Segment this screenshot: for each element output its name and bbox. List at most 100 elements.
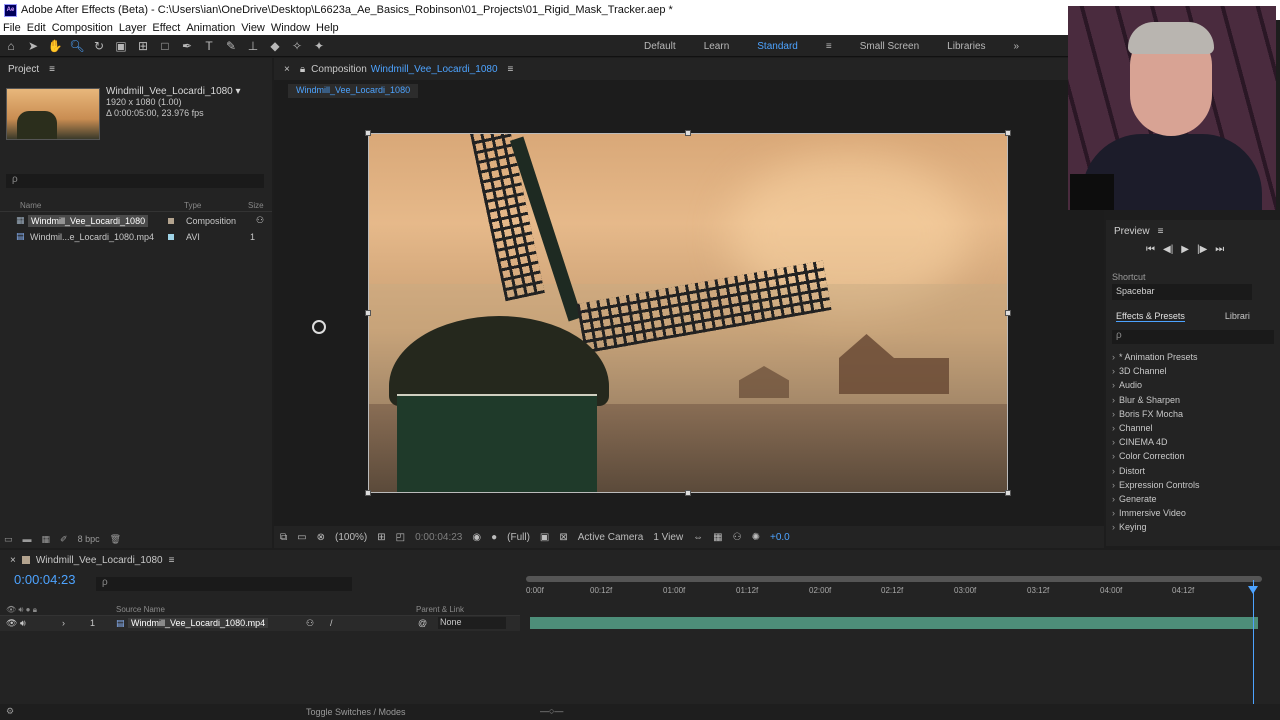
- panel-menu-icon[interactable]: ≡: [508, 64, 514, 75]
- workspace-menu-icon[interactable]: ≡: [812, 41, 846, 52]
- region-interest-icon[interactable]: ▣: [540, 532, 549, 543]
- col-parent-link[interactable]: Parent & Link: [416, 605, 464, 614]
- workspace-small-screen[interactable]: Small Screen: [846, 41, 933, 52]
- always-preview-icon[interactable]: ⧉: [280, 532, 287, 543]
- pan-behind-tool-icon[interactable]: ⊞: [132, 36, 154, 56]
- effects-category[interactable]: › Expression Controls: [1112, 478, 1200, 492]
- snapshot-icon[interactable]: ◉: [472, 532, 481, 543]
- menu-view[interactable]: View: [238, 22, 268, 34]
- workspace-libraries[interactable]: Libraries: [933, 41, 999, 52]
- rotate-tool-icon[interactable]: ↻: [88, 36, 110, 56]
- timeline-options-icon[interactable]: ⚙︎: [6, 706, 14, 717]
- eye-icon[interactable]: 👁︎: [6, 618, 17, 629]
- menu-composition[interactable]: Composition: [49, 22, 116, 34]
- time-ruler[interactable]: 0:00f 00:12f 01:00f 01:12f 02:00f 02:12f…: [526, 576, 1266, 598]
- brush-tool-icon[interactable]: ✎: [220, 36, 242, 56]
- label-swatch[interactable]: [168, 217, 174, 224]
- effects-category[interactable]: › Generate: [1112, 492, 1200, 506]
- roto-brush-tool-icon[interactable]: ✧: [286, 36, 308, 56]
- eraser-tool-icon[interactable]: ◆: [264, 36, 286, 56]
- resolution-dropdown[interactable]: (Full): [507, 532, 530, 543]
- workspace-standard[interactable]: Standard: [743, 41, 812, 52]
- fast-previews-icon[interactable]: ⇔: [693, 532, 703, 543]
- project-panel-title[interactable]: Project: [8, 64, 39, 75]
- label-swatch[interactable]: [168, 233, 174, 240]
- effects-category[interactable]: › Blur & Sharpen: [1112, 393, 1200, 407]
- type-tool-icon[interactable]: T: [198, 36, 220, 56]
- camera-tool-icon[interactable]: ▣: [110, 36, 132, 56]
- new-folder-icon[interactable]: ▬: [23, 534, 32, 544]
- menu-edit[interactable]: Edit: [24, 22, 49, 34]
- col-name[interactable]: Name: [20, 201, 41, 210]
- pen-tool-icon[interactable]: ✒: [176, 36, 198, 56]
- layer-handle[interactable]: [685, 130, 691, 136]
- reset-exposure-icon[interactable]: ✺: [752, 532, 760, 543]
- playhead[interactable]: [1253, 580, 1254, 704]
- parent-dropdown[interactable]: None: [438, 617, 506, 629]
- menu-window[interactable]: Window: [268, 22, 313, 34]
- panel-menu-icon[interactable]: ≡: [169, 555, 175, 566]
- rectangle-tool-icon[interactable]: □: [154, 36, 176, 56]
- mask-visibility-icon[interactable]: ⊗: [317, 532, 325, 543]
- tab-effects-presets[interactable]: Effects & Presets: [1116, 311, 1185, 322]
- project-row-footage[interactable]: ▤ Windmil...e_Locardi_1080.mp4 AVI 1: [0, 229, 272, 244]
- hand-tool-icon[interactable]: ✋: [44, 36, 66, 56]
- timeline-layer-row[interactable]: 👁︎ 🔊︎ › 1 ▤ Windmill_Vee_Locardi_1080.mp…: [0, 616, 520, 631]
- current-time[interactable]: 0:00:04:23: [415, 532, 462, 543]
- selection-tool-icon[interactable]: ➤: [22, 36, 44, 56]
- workspace-default[interactable]: Default: [630, 41, 690, 52]
- layer-handle[interactable]: [365, 130, 371, 136]
- zoom-dropdown[interactable]: (100%): [335, 532, 367, 543]
- layer-handle[interactable]: [365, 490, 371, 496]
- timeline-icon[interactable]: ▦: [713, 532, 722, 543]
- zoom-tool-icon[interactable]: 🔍︎: [66, 36, 88, 56]
- layer-handle[interactable]: [1005, 490, 1011, 496]
- home-icon[interactable]: ⌂: [0, 36, 22, 56]
- layer-handle[interactable]: [365, 310, 371, 316]
- next-frame-icon[interactable]: |▶: [1197, 244, 1207, 255]
- close-icon[interactable]: ×: [10, 555, 16, 566]
- layer-handle[interactable]: [1005, 310, 1011, 316]
- timeline-search-input[interactable]: ρ: [96, 577, 352, 591]
- col-type[interactable]: Type: [184, 201, 201, 210]
- effects-category[interactable]: › 3D Channel: [1112, 364, 1200, 378]
- more-workspaces-icon[interactable]: »: [1000, 41, 1034, 52]
- bpc-toggle[interactable]: 8 bpc: [78, 534, 100, 544]
- timeline-current-time[interactable]: 0:00:04:23: [14, 572, 75, 587]
- effects-category[interactable]: › CINEMA 4D: [1112, 435, 1200, 449]
- menu-animation[interactable]: Animation: [183, 22, 238, 34]
- exposure-value[interactable]: +0.0: [770, 532, 790, 543]
- lock-icon[interactable]: 🔒︎: [300, 64, 305, 75]
- timeline-tab[interactable]: × Windmill_Vee_Locardi_1080 ≡: [10, 552, 174, 568]
- col-size[interactable]: Size: [248, 201, 264, 210]
- menu-effect[interactable]: Effect: [149, 22, 183, 34]
- first-frame-icon[interactable]: ⏮: [1146, 244, 1155, 255]
- layer-handle[interactable]: [685, 490, 691, 496]
- audio-icon[interactable]: 🔊︎: [20, 618, 26, 629]
- effects-category[interactable]: › Color Correction: [1112, 449, 1200, 463]
- transparency-grid-icon[interactable]: ⊠: [559, 532, 567, 543]
- pickwhip-icon[interactable]: @: [418, 618, 427, 628]
- layer-duration-bar[interactable]: [530, 617, 1258, 629]
- effects-category[interactable]: › Immersive Video: [1112, 506, 1200, 520]
- adjust-icon[interactable]: ✐: [60, 534, 68, 545]
- menu-file[interactable]: File: [0, 22, 24, 34]
- col-source-name[interactable]: Source Name: [116, 605, 165, 614]
- workspace-learn[interactable]: Learn: [690, 41, 744, 52]
- panel-menu-icon[interactable]: ≡: [1158, 226, 1164, 237]
- effects-category[interactable]: › Audio: [1112, 378, 1200, 392]
- flowchart-icon[interactable]: ⚇: [256, 215, 264, 226]
- shortcut-dropdown[interactable]: Spacebar: [1112, 284, 1252, 300]
- channel-icon[interactable]: ●: [491, 532, 497, 543]
- zoom-slider-icon[interactable]: —○—: [540, 706, 563, 716]
- menu-help[interactable]: Help: [313, 22, 342, 34]
- toggle-switches-modes[interactable]: Toggle Switches / Modes: [306, 707, 406, 717]
- play-icon[interactable]: ▶: [1181, 244, 1189, 255]
- views-dropdown[interactable]: 1 View: [653, 532, 683, 543]
- puppet-tool-icon[interactable]: ✦: [308, 36, 330, 56]
- layer-name[interactable]: Windmill_Vee_Locardi_1080.mp4: [128, 618, 269, 628]
- monitor-icon[interactable]: ▭: [297, 532, 306, 543]
- effects-category[interactable]: › Keying: [1112, 520, 1200, 534]
- quality-switch-icon[interactable]: /: [330, 618, 333, 628]
- composition-breadcrumb[interactable]: Windmill_Vee_Locardi_1080: [288, 84, 419, 98]
